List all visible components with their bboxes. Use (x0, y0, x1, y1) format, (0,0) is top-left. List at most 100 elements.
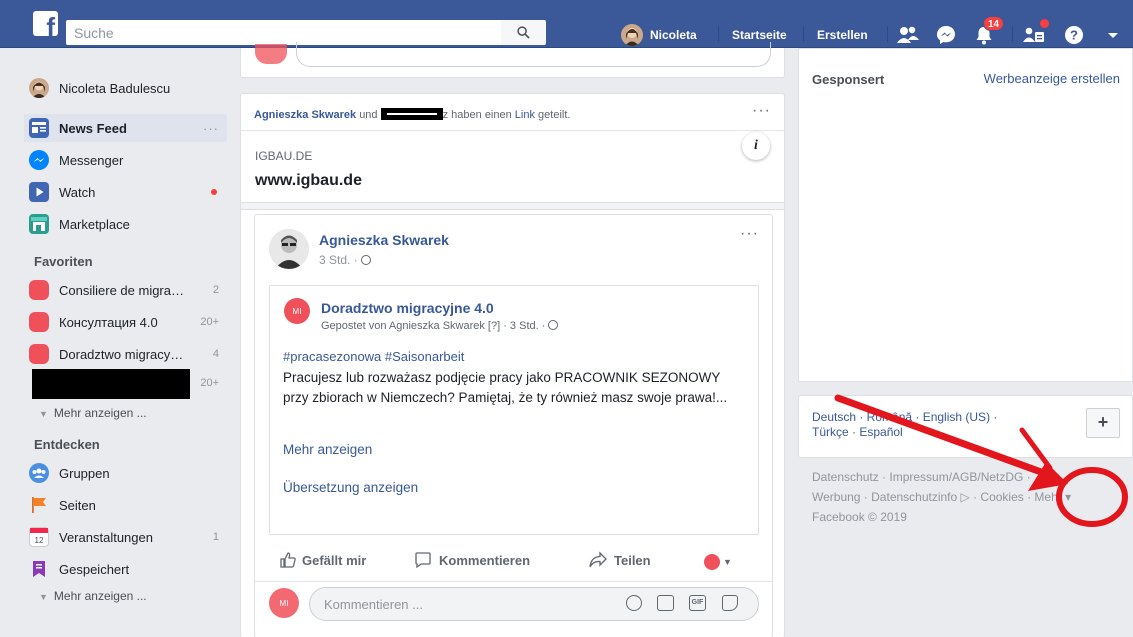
nav-divider (803, 26, 804, 42)
favorites-title: Favoriten (34, 254, 93, 269)
avatar (255, 44, 287, 64)
sidebar-item-favorite[interactable]: Doradztwo migracy… 4 (27, 340, 227, 368)
post-as-selector[interactable]: ▼ (704, 554, 732, 570)
avatar[interactable] (269, 229, 309, 269)
sidebar-item-favorite[interactable]: 20+ (27, 369, 227, 399)
action-bar: Gefällt mir Kommentieren Teilen ▼ (255, 543, 772, 581)
facebook-logo[interactable]: f (33, 11, 58, 40)
more-options-icon[interactable]: ··· (203, 121, 219, 136)
news-feed-icon (29, 118, 49, 138)
link-title[interactable]: www.igbau.de (255, 172, 362, 190)
search-icon (517, 26, 530, 39)
marketplace-icon (29, 214, 49, 234)
gif-icon[interactable]: GIF (689, 595, 706, 611)
divider (241, 130, 784, 131)
notifications-badge: 14 (983, 16, 1005, 31)
friends-icon[interactable] (896, 24, 919, 46)
explore-title: Entdecken (34, 437, 100, 452)
sidebar-item-favorite[interactable]: Консултация 4.0 20+ (27, 308, 227, 336)
group-avatar (29, 344, 49, 364)
share-button[interactable]: Teilen (588, 551, 651, 569)
camera-icon[interactable] (657, 595, 674, 611)
comment-button[interactable]: Kommentieren (414, 551, 530, 569)
saved-icon (29, 559, 49, 579)
group-avatar (29, 312, 49, 332)
sidebar-item-news-feed[interactable]: News Feed ··· (24, 114, 227, 142)
avatar: MI (269, 588, 299, 618)
comment-icon (415, 552, 431, 569)
more-explore-link[interactable]: ▼ Mehr anzeigen ... (39, 589, 147, 603)
annotation-arrowhead (1028, 462, 1068, 491)
pages-icon (29, 495, 49, 515)
post-time: 3 Std. · (319, 253, 372, 267)
previous-post-remnant (240, 42, 785, 78)
sidebar-item-marketplace[interactable]: Marketplace (27, 210, 227, 238)
nav-divider (718, 26, 719, 42)
sidebar-item-watch[interactable]: Watch (27, 178, 227, 206)
see-more-link[interactable]: Mehr anzeigen (283, 442, 372, 457)
sidebar-item-saved[interactable]: Gespeichert (27, 555, 227, 583)
shared-post-card: Agnieszka Skwarek und z haben einen Link… (240, 93, 785, 637)
posted-by: Gepostet von Agnieszka Skwarek [?] · 3 S… (321, 320, 559, 332)
sidebar-item-messenger[interactable]: Messenger (27, 146, 227, 174)
sidebar-item-favorite[interactable]: Consiliere de migra… 2 (27, 276, 227, 304)
sidebar-profile[interactable]: Nicoleta Badulescu (27, 74, 227, 102)
messenger-icon[interactable] (935, 24, 957, 46)
watch-icon (29, 182, 49, 202)
group-avatar (29, 280, 49, 300)
emoji-icon[interactable] (626, 595, 642, 611)
top-navigation-bar: f Nicoleta Startseite Erstellen 14 ? (0, 0, 1133, 48)
svg-text:12: 12 (35, 536, 44, 545)
nav-divider (1012, 26, 1013, 42)
comment-placeholder: Kommentieren ... (324, 597, 423, 612)
info-icon[interactable]: i (742, 132, 770, 160)
caret-down-icon[interactable] (1102, 24, 1124, 46)
sponsored-box: Gesponsert Werbeanzeige erstellen (798, 48, 1133, 382)
divider (255, 581, 772, 582)
comment-box-remnant[interactable] (296, 42, 771, 67)
hashtags[interactable]: #pracasezonowa #Saisonarbeit (283, 349, 464, 364)
like-icon (280, 552, 296, 568)
redacted-name (380, 108, 443, 120)
footer-links-2[interactable]: Werbung · Datenschutzinfo ▷ · Cookies · … (812, 490, 1071, 504)
messenger-icon (29, 150, 49, 170)
avatar (704, 554, 720, 570)
create-ad-link[interactable]: Werbeanzeige erstellen (984, 71, 1120, 86)
more-favorites-link[interactable]: ▼ Mehr anzeigen ... (39, 406, 147, 420)
sidebar-item-groups[interactable]: Gruppen (27, 459, 227, 487)
shared-page-post: MI Doradztwo migracyjne 4.0 Gepostet von… (269, 285, 759, 535)
footer-links-1[interactable]: Datenschutz · Impressum/AGB/NetzDG · (812, 470, 1031, 484)
sponsored-title: Gesponsert (812, 72, 885, 87)
post-options-icon[interactable]: ··· (740, 225, 759, 243)
help-icon[interactable]: ? (1063, 24, 1085, 46)
share-header: Agnieszka Skwarek und z haben einen Link… (254, 108, 571, 121)
events-icon: 12 (29, 527, 49, 547)
create-link[interactable]: Erstellen (817, 24, 868, 46)
unseen-dot (211, 189, 217, 195)
nav-divider (887, 26, 888, 42)
redacted-block (32, 369, 190, 399)
caret-down-icon: ▼ (723, 557, 732, 567)
page-name[interactable]: Doradztwo migracyjne 4.0 (321, 300, 494, 316)
svg-text:?: ? (1070, 28, 1078, 43)
avatar (29, 78, 49, 98)
globe-icon (361, 255, 372, 265)
globe-icon (548, 320, 559, 330)
share-icon (589, 551, 607, 568)
sidebar-item-events[interactable]: 12 Veranstaltungen 1 (27, 523, 227, 551)
groups-icon (29, 463, 49, 483)
avatar[interactable]: MI (284, 298, 310, 324)
sticker-icon[interactable] (722, 595, 738, 611)
add-language-button[interactable]: + (1086, 408, 1120, 438)
like-button[interactable]: Gefällt mir (279, 551, 366, 569)
post-body: Pracujesz lub rozważasz podjęcie pracy j… (283, 370, 728, 405)
see-translation-link[interactable]: Übersetzung anzeigen (283, 480, 418, 495)
author-name[interactable]: Agnieszka Skwarek (319, 232, 449, 248)
language-list: Deutsch · Română · English (US) · Türkçe… (812, 410, 998, 439)
sidebar-item-pages[interactable]: Seiten (27, 491, 227, 519)
author-link[interactable]: Agnieszka Skwarek (254, 109, 356, 121)
embedded-post: Agnieszka Skwarek 3 Std. · ··· MI Doradz… (254, 214, 773, 637)
post-options-icon[interactable]: ··· (752, 102, 771, 120)
link-word[interactable]: Link (515, 109, 535, 121)
comment-input[interactable]: Kommentieren ... GIF (309, 587, 759, 621)
